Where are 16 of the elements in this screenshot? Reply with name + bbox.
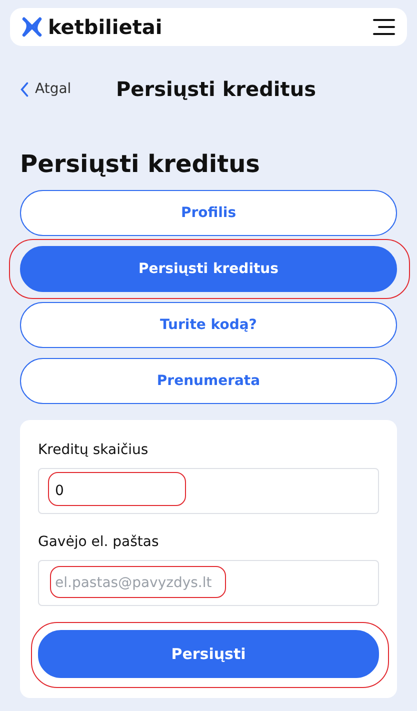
chevron-left-icon: [20, 82, 29, 96]
page-title: Persiųsti kreditus: [116, 77, 316, 101]
menu-tab[interactable]: Persiųsti kreditus: [20, 246, 397, 292]
menu-tab[interactable]: Profilis: [20, 190, 397, 236]
input-field[interactable]: 0: [38, 468, 379, 514]
section-heading: Persiųsti kreditus: [20, 150, 261, 178]
submit-button[interactable]: Persiųsti: [38, 630, 379, 678]
menu-icon[interactable]: [373, 18, 395, 36]
field-label: Kreditų skaičius: [38, 442, 150, 458]
field-label: Gavėjo el. paštas: [38, 534, 160, 550]
menu-tab[interactable]: Turite kodą?: [20, 302, 397, 348]
logo-icon: [20, 15, 44, 39]
logo-text[interactable]: ketbilietai: [48, 15, 162, 39]
input-field[interactable]: el.pastas@pavyzdys.lt: [38, 560, 379, 606]
menu-tab[interactable]: Prenumerata: [20, 358, 397, 404]
back-link[interactable]: Atgal: [20, 81, 116, 97]
